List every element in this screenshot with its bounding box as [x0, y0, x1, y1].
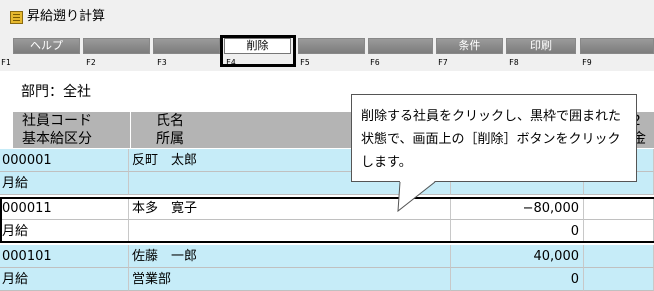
employee-code-cell[interactable]: 000001 [0, 149, 129, 172]
employee-code-cell[interactable]: 000101 [0, 245, 129, 268]
f5-button[interactable] [298, 38, 365, 54]
calculator-icon [10, 11, 23, 24]
amount2-extra-cell[interactable] [584, 268, 654, 291]
function-key-bar: ヘルプ 削除 条件 印刷 F1 F2 F3 F4 F5 F6 F7 F8 F9 [0, 33, 654, 71]
help-button[interactable]: ヘルプ [13, 38, 80, 54]
amount2-cell[interactable]: 0 [451, 268, 584, 291]
f7-key-label: F7 [438, 58, 448, 67]
employee-name-cell[interactable]: 佐藤 一郎 [129, 245, 451, 268]
print-button[interactable]: 印刷 [506, 38, 576, 54]
f2-button[interactable] [83, 38, 150, 54]
f9-button[interactable] [580, 38, 654, 54]
f6-button[interactable] [368, 38, 433, 54]
amount-extra-cell[interactable] [584, 245, 654, 268]
condition-button[interactable]: 条件 [436, 38, 503, 54]
selected-row-frame [0, 197, 654, 243]
department-cell[interactable]: 営業部 [129, 268, 451, 291]
title-bar: 昇給遡り計算 [0, 0, 654, 33]
department-label: 部門：全社 [21, 84, 91, 100]
callout-pointer [397, 181, 436, 213]
callout-text: 削除する社員をクリックし、黒枠で囲まれた状態で、画面上の［削除］ボタンをクリック… [361, 109, 622, 170]
f6-key-label: F6 [370, 58, 380, 67]
f3-key-label: F3 [157, 58, 167, 67]
f9-key-label: F9 [582, 58, 592, 67]
f3-button[interactable] [153, 38, 220, 54]
f1-key-label: F1 [1, 58, 11, 67]
header-employee-code: 社員コード [13, 112, 130, 130]
header-pay-type: 基本給区分 [13, 130, 130, 148]
amount-cell[interactable]: 40,000 [451, 245, 584, 268]
pay-type-cell[interactable]: 月給 [0, 172, 129, 195]
pay-type-cell[interactable]: 月給 [0, 268, 129, 291]
f8-key-label: F8 [509, 58, 519, 67]
instruction-callout: 削除する社員をクリックし、黒枠で囲まれた状態で、画面上の［削除］ボタンをクリック… [351, 94, 637, 182]
f2-key-label: F2 [86, 58, 96, 67]
window-title: 昇給遡り計算 [27, 9, 106, 24]
f5-key-label: F5 [300, 58, 310, 67]
delete-button-highlight [220, 35, 296, 67]
